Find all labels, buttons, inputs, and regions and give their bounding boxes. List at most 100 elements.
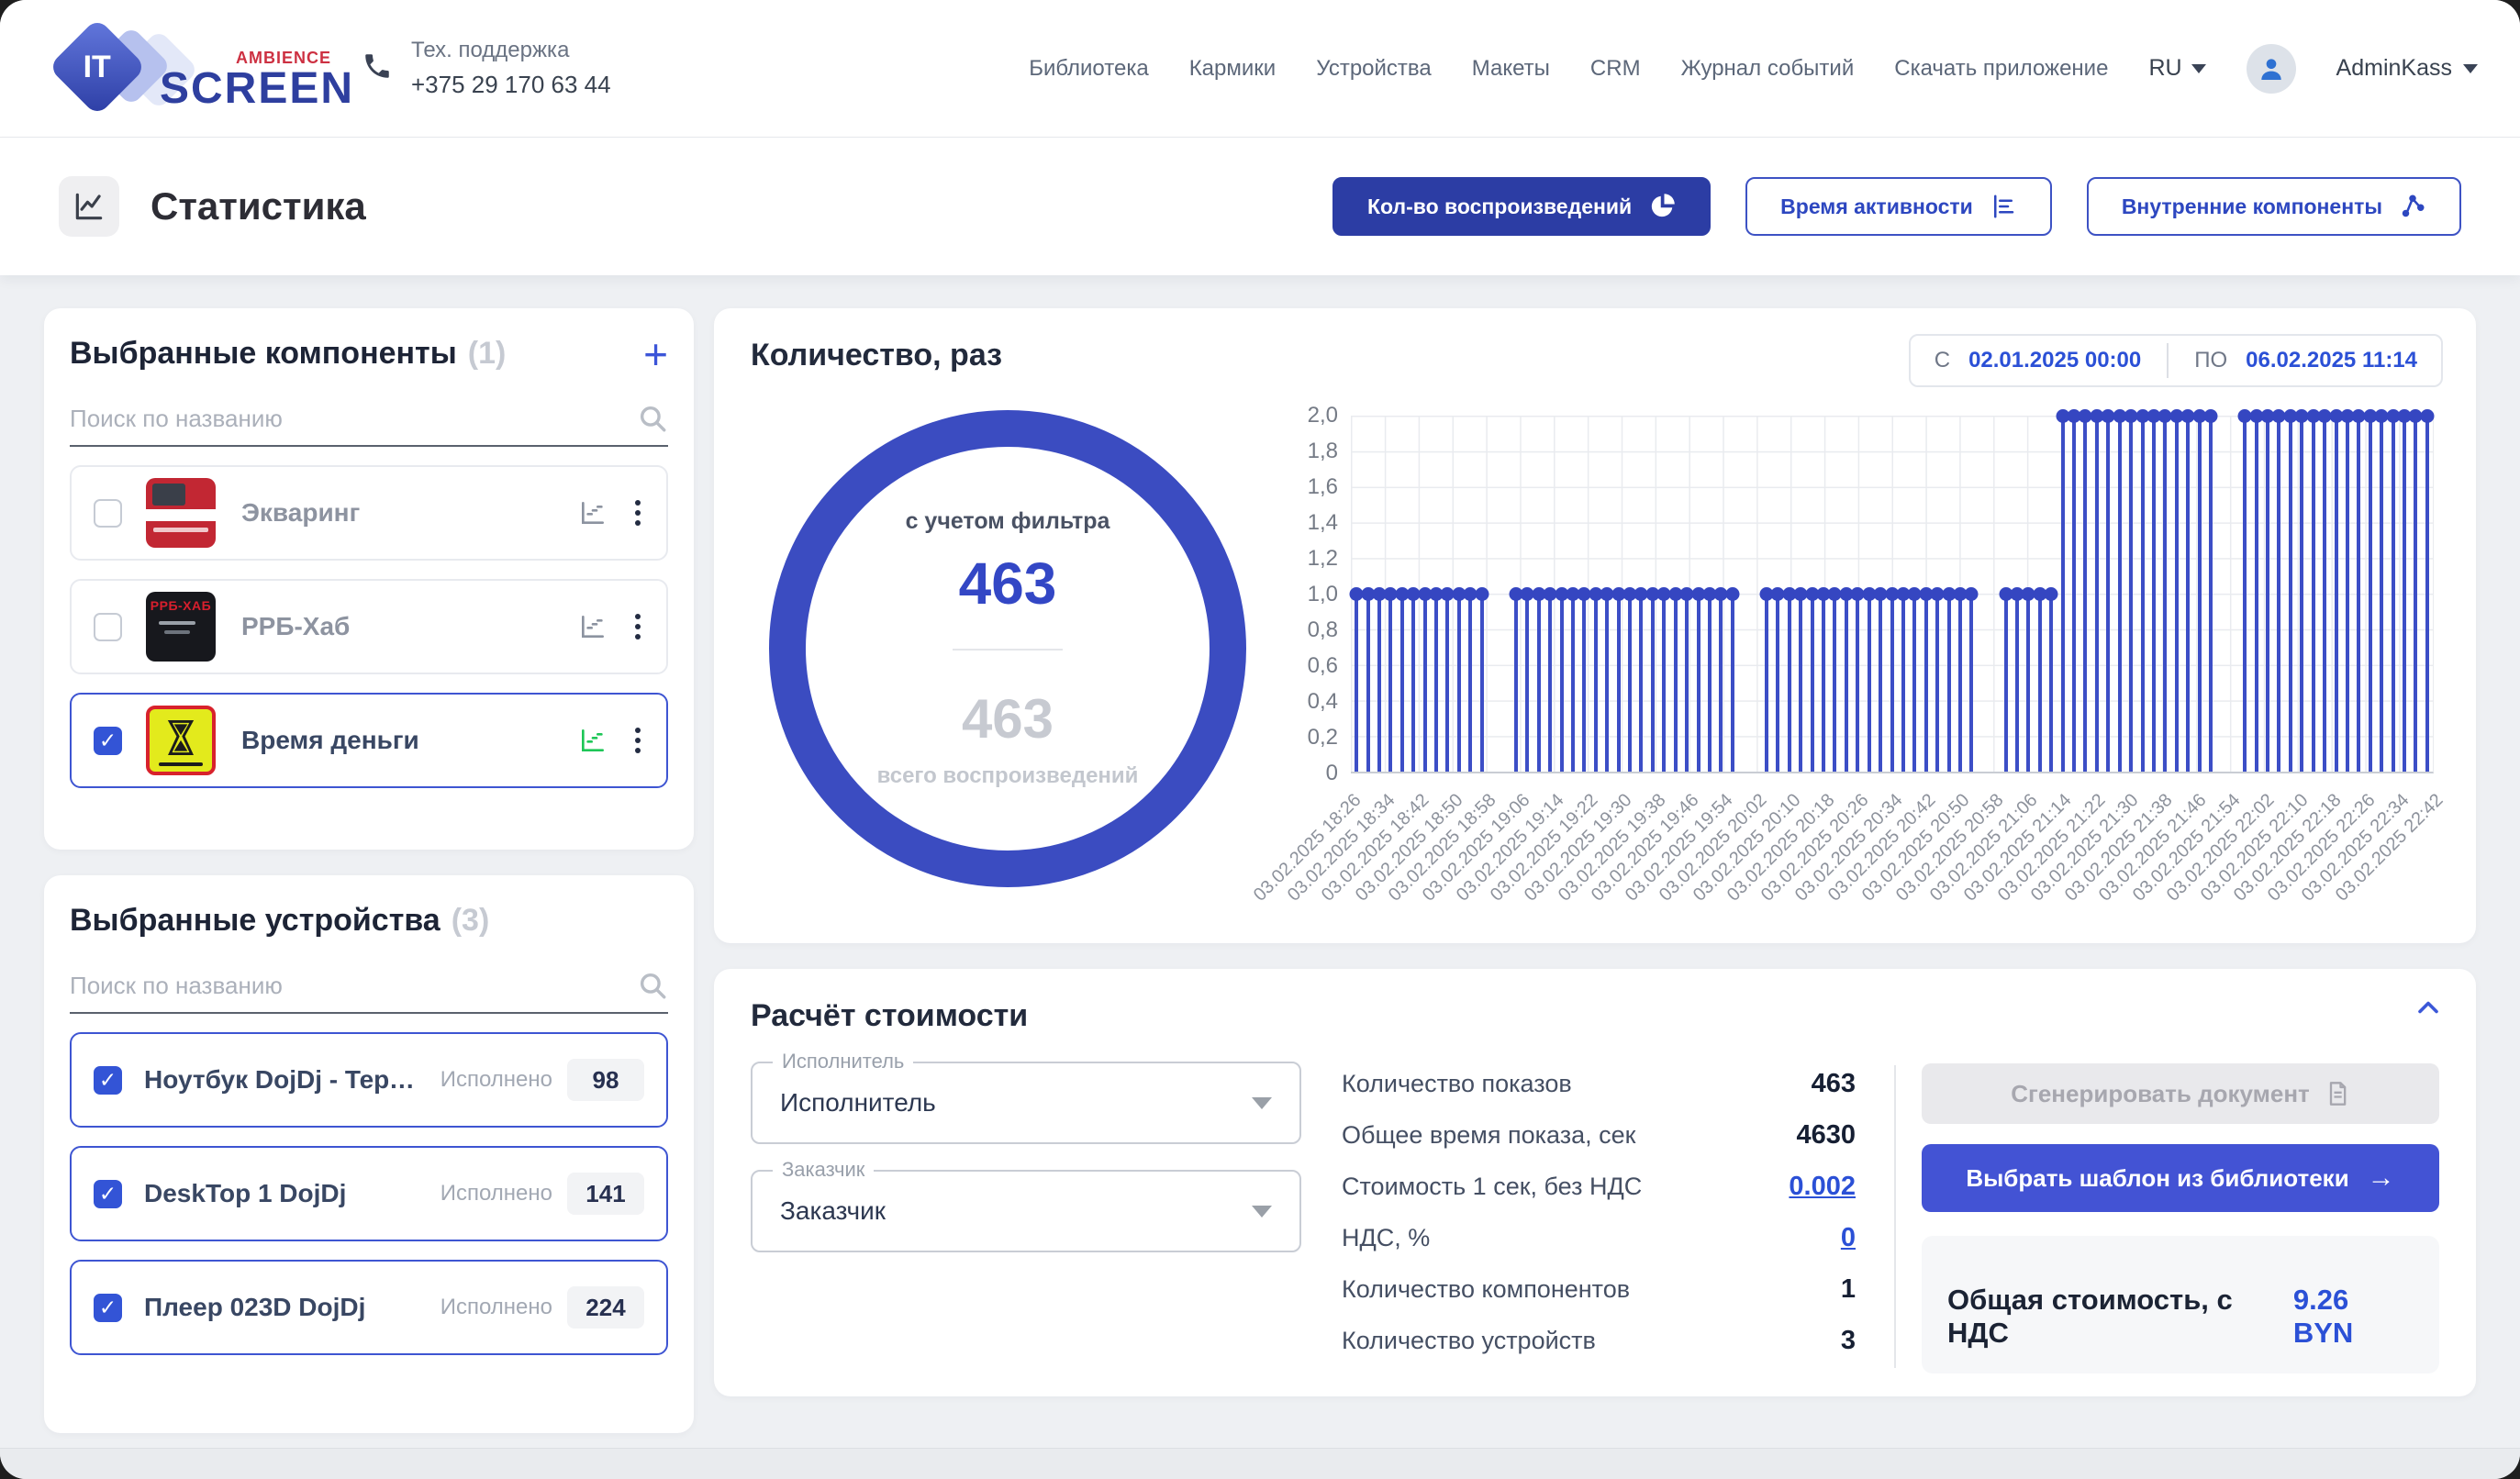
- pie-chart-icon: [1648, 193, 1676, 220]
- stem-data-point: [2129, 416, 2133, 772]
- device-row-notebook[interactable]: ✓ Ноутбук DojDj - Терминал... Исполнено …: [70, 1032, 668, 1128]
- tech-support-block: Тех. поддержка +375 29 170 63 44: [362, 38, 611, 99]
- stem-data-point: [2403, 416, 2406, 772]
- customer-select[interactable]: Заказчик Заказчик: [751, 1170, 1301, 1252]
- stem-data-point: [1571, 594, 1575, 772]
- kebab-menu-icon[interactable]: [631, 610, 644, 643]
- component-row-vremya-dengi[interactable]: ✓ Время деньги: [70, 693, 668, 788]
- choose-template-button[interactable]: Выбрать шаблон из библиотеки →: [1922, 1144, 2439, 1212]
- devices-search-input[interactable]: [70, 972, 637, 1000]
- support-phone[interactable]: +375 29 170 63 44: [411, 71, 611, 99]
- app-window: IT AMBIENCE SCREEN Тех. поддержка +375 2…: [0, 0, 2520, 1479]
- mini-chart-icon[interactable]: [578, 498, 608, 528]
- stem-data-point: [1594, 594, 1598, 772]
- y-tick-label: 0,4: [1308, 689, 1338, 715]
- mini-chart-icon[interactable]: [578, 612, 608, 641]
- bottom-bar: [0, 1448, 2520, 1479]
- y-tick-label: 1,0: [1308, 582, 1338, 607]
- mini-chart-icon-active[interactable]: [578, 726, 608, 755]
- y-tick-label: 1,8: [1308, 439, 1338, 464]
- stem-data-point: [1628, 594, 1632, 772]
- stat-total-time: Общее время показа, сек 4630: [1342, 1120, 1856, 1151]
- activity-time-button[interactable]: Время активности: [1745, 177, 2052, 236]
- nav-event-log[interactable]: Журнал событий: [1681, 56, 1855, 82]
- stem-data-point: [1845, 594, 1848, 772]
- executed-label: Исполнено: [440, 1067, 552, 1093]
- device-row-desktop[interactable]: ✓ DeskTop 1 DojDj Исполнено 141: [70, 1146, 668, 1241]
- kebab-menu-icon[interactable]: [631, 496, 644, 529]
- stem-data-point: [2414, 416, 2417, 772]
- executed-label: Исполнено: [440, 1295, 552, 1320]
- stem-data-point: [1400, 594, 1404, 772]
- stem-data-point: [2392, 416, 2395, 772]
- stem-data-point: [1355, 594, 1358, 772]
- checkbox-checked[interactable]: ✓: [94, 1294, 122, 1322]
- date-from-value[interactable]: 02.01.2025 00:00: [1968, 348, 2141, 373]
- component-thumbnail: [146, 706, 216, 775]
- checkbox-unchecked[interactable]: [94, 613, 122, 641]
- component-row-rrb-hub[interactable]: РРБ-ХАБ РРБ-Хаб: [70, 579, 668, 674]
- avatar[interactable]: [2247, 44, 2296, 94]
- stem-data-point: [1434, 594, 1438, 772]
- stem-data-point: [1822, 594, 1825, 772]
- stem-data-point: [1388, 594, 1392, 772]
- scatter-branch-icon: [2399, 193, 2426, 220]
- stem-data-point: [2095, 416, 2099, 772]
- stem-data-point: [1560, 594, 1564, 772]
- stem-data-point: [1868, 594, 1871, 772]
- checkbox-checked[interactable]: ✓: [94, 1066, 122, 1095]
- stem-data-point: [1969, 594, 1973, 772]
- stem-data-point: [2335, 416, 2338, 772]
- device-name: Ноутбук DojDj - Терминал...: [144, 1065, 431, 1095]
- user-menu[interactable]: AdminKass: [2336, 55, 2478, 82]
- date-range-picker[interactable]: С 02.01.2025 00:00 ПО 06.02.2025 11:14: [1909, 334, 2443, 387]
- nav-crm[interactable]: CRM: [1590, 56, 1641, 82]
- components-search-input[interactable]: [70, 405, 637, 433]
- generate-document-button[interactable]: Сгенерировать документ: [1922, 1063, 2439, 1124]
- device-name: DeskTop 1 DojDj: [144, 1179, 431, 1208]
- y-tick-label: 0: [1326, 761, 1338, 786]
- checkbox-checked[interactable]: ✓: [94, 1180, 122, 1208]
- stem-data-point: [1366, 594, 1370, 772]
- kebab-menu-icon[interactable]: [631, 724, 644, 757]
- stem-data-point: [2380, 416, 2383, 772]
- stem-data-point: [1605, 594, 1609, 772]
- stem-data-point: [1537, 594, 1541, 772]
- add-component-button[interactable]: +: [643, 338, 668, 371]
- nav-layouts[interactable]: Макеты: [1472, 56, 1550, 82]
- y-tick-label: 2,0: [1308, 403, 1338, 428]
- logo-screen-text: SCREEN: [160, 68, 354, 110]
- device-row-player[interactable]: ✓ Плеер 023D DojDj Исполнено 224: [70, 1260, 668, 1355]
- checkbox-checked[interactable]: ✓: [94, 727, 122, 755]
- nav-library[interactable]: Библиотека: [1029, 56, 1149, 82]
- app-logo[interactable]: IT AMBIENCE SCREEN: [42, 14, 345, 124]
- stem-data-point: [1776, 594, 1779, 772]
- component-name: Время деньги: [241, 726, 567, 755]
- nav-karmiki[interactable]: Кармики: [1189, 56, 1277, 82]
- language-switcher[interactable]: RU: [2148, 55, 2205, 82]
- filtered-value: 463: [959, 550, 1057, 617]
- checkbox-unchecked[interactable]: [94, 499, 122, 528]
- caret-down-icon: [2191, 64, 2206, 73]
- stem-data-point: [1548, 594, 1552, 772]
- date-to-value[interactable]: 06.02.2025 11:14: [2246, 348, 2417, 373]
- filtered-label: с учетом фильтра: [906, 508, 1110, 535]
- play-count-button[interactable]: Кол-во воспроизведений: [1332, 177, 1711, 236]
- stem-data-point: [2083, 416, 2087, 772]
- stem-data-point: [2026, 594, 2030, 772]
- executor-select[interactable]: Исполнитель Исполнитель: [751, 1062, 1301, 1144]
- internal-components-button[interactable]: Внутренние компоненты: [2087, 177, 2461, 236]
- collapse-chevron-up-icon[interactable]: [2412, 991, 2445, 1029]
- donut-total-indicator: с учетом фильтра 463 463 всего воспроизв…: [751, 401, 1265, 887]
- stem-data-point: [2209, 416, 2213, 772]
- component-row-ekvaring[interactable]: Экваринг: [70, 465, 668, 561]
- nav-devices[interactable]: Устройства: [1316, 56, 1432, 82]
- chart-y-axis: 2,01,81,61,41,21,00,80,60,40,20: [1292, 416, 1351, 773]
- chart-x-axis: 03.02.2025 18:2603.02.2025 18:3403.02.20…: [1351, 775, 2433, 922]
- stem-data-point: [1708, 594, 1712, 772]
- executed-count-badge: 98: [567, 1059, 644, 1101]
- stem-data-point: [1924, 594, 1928, 772]
- nav-download-app[interactable]: Скачать приложение: [1894, 56, 2108, 82]
- stem-data-point: [1468, 594, 1472, 772]
- executed-count-badge: 224: [567, 1286, 644, 1329]
